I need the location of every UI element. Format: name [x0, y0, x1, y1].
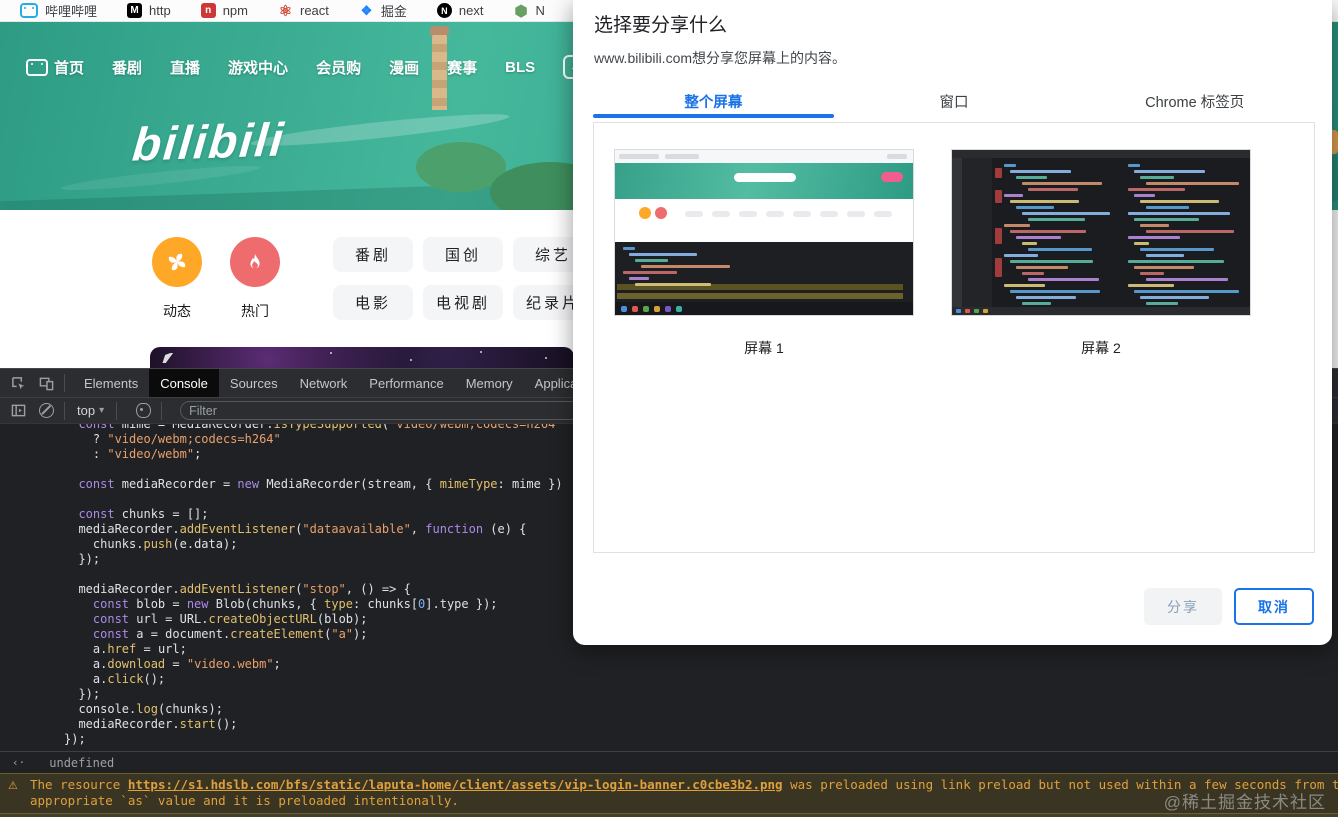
tab-network[interactable]: Network	[289, 369, 359, 397]
warning-icon: ⚠	[8, 778, 18, 794]
shortcut-dynamic[interactable]: 动态	[145, 237, 209, 321]
tab-sources[interactable]: Sources	[219, 369, 289, 397]
node-icon: ⬢	[514, 3, 529, 18]
screen-2-label: 屏幕 2	[951, 338, 1251, 358]
bookmark-label: react	[300, 3, 329, 18]
banner-logo-art	[162, 353, 199, 363]
screen-share-dialog: 选择要分享什么 www.bilibili.com想分享您屏幕上的内容。 整个屏幕…	[573, 0, 1332, 645]
react-icon: ⚛	[278, 3, 293, 18]
devtools-tabs: Elements Console Sources Network Perform…	[73, 369, 609, 397]
inspect-element-icon[interactable]	[8, 373, 28, 393]
warning-line-1: The resource https://s1.hdslb.com/bfs/st…	[30, 777, 1338, 793]
nav-manga[interactable]: 漫画	[389, 57, 419, 78]
shortcut-label: 热门	[223, 301, 287, 321]
bookmark-node[interactable]: ⬢ N	[514, 3, 545, 18]
nav-live[interactable]: 直播	[170, 57, 200, 78]
screen-2-option[interactable]: 屏幕 2	[951, 149, 1251, 358]
screen-1-thumbnail	[614, 149, 914, 316]
bookmark-http[interactable]: M http	[127, 3, 171, 18]
bilibili-logo[interactable]: bilibili	[130, 111, 287, 171]
npm-icon: n	[201, 3, 216, 18]
nav-vip-shop[interactable]: 会员购	[316, 57, 361, 78]
console-sidebar-icon[interactable]	[8, 401, 28, 421]
esports-banner[interactable]	[150, 347, 574, 368]
bookmark-npm[interactable]: n npm	[201, 3, 248, 18]
screen-picker-area: 屏幕 1 屏幕 2	[593, 122, 1315, 553]
return-arrow-icon: ‹·	[12, 756, 25, 769]
pinwheel-icon	[165, 250, 189, 274]
live-expression-eye-icon[interactable]	[133, 401, 153, 421]
nav-bls[interactable]: BLS	[505, 59, 535, 76]
shortcut-label: 动态	[145, 301, 209, 321]
console-result-row: ‹· undefined	[0, 751, 1338, 773]
screen-1-label: 屏幕 1	[614, 338, 914, 358]
tab-performance[interactable]: Performance	[358, 369, 454, 397]
dialog-subtitle: www.bilibili.com想分享您屏幕上的内容。	[594, 48, 846, 68]
tab-console[interactable]: Console	[149, 369, 219, 397]
screen-2-thumbnail	[951, 149, 1251, 316]
screen: 哔哩哔哩 M http n npm ⚛ react ❖ 掘金 N next ⬢ …	[0, 0, 1338, 817]
warning-line-2: appropriate `as` value and it is preload…	[30, 793, 1338, 809]
category-tv-series[interactable]: 电视剧	[423, 285, 503, 320]
nav-esports[interactable]: 赛事	[447, 57, 477, 78]
tab-memory[interactable]: Memory	[455, 369, 524, 397]
tab-elements[interactable]: Elements	[73, 369, 149, 397]
juejin-icon: ❖	[359, 3, 374, 18]
next-icon: N	[437, 3, 452, 18]
context-selector[interactable]: top	[77, 403, 104, 418]
nav-bangumi[interactable]: 番剧	[112, 57, 142, 78]
console-result-value: undefined	[49, 756, 114, 770]
bilibili-nav: 首页 番剧 直播 游戏中心 会员购 漫画 赛事 BLS ⇩	[26, 55, 587, 79]
bookmark-label: 哔哩哔哩	[45, 1, 97, 20]
nav-home[interactable]: 首页	[26, 57, 84, 78]
bookmark-next[interactable]: N next	[437, 3, 484, 18]
dialog-tabs: 整个屏幕 窗口 Chrome 标签页	[593, 84, 1315, 118]
bookmark-label: npm	[223, 3, 248, 18]
nav-game-center[interactable]: 游戏中心	[228, 57, 288, 78]
bookmark-bilibili[interactable]: 哔哩哔哩	[20, 1, 97, 20]
bookmark-label: N	[536, 3, 545, 18]
screen-1-option[interactable]: 屏幕 1	[614, 149, 914, 358]
shortcut-hot[interactable]: 热门	[223, 237, 287, 321]
bookmark-juejin[interactable]: ❖ 掘金	[359, 1, 407, 20]
bookmark-label: 掘金	[381, 1, 407, 20]
cancel-button[interactable]: 取消	[1234, 588, 1314, 625]
share-button[interactable]: 分享	[1144, 588, 1222, 625]
tab-entire-screen[interactable]: 整个屏幕	[593, 84, 834, 118]
tab-chrome-tab[interactable]: Chrome 标签页	[1074, 84, 1315, 118]
page-scrollbar[interactable]	[1332, 210, 1338, 368]
bookmark-react[interactable]: ⚛ react	[278, 3, 329, 18]
dialog-title: 选择要分享什么	[594, 10, 727, 37]
clear-console-icon[interactable]	[36, 401, 56, 421]
category-movie[interactable]: 电影	[333, 285, 413, 320]
bookmark-label: http	[149, 3, 171, 18]
next-warning-partial	[0, 813, 1338, 817]
warning-resource-link[interactable]: https://s1.hdslb.com/bfs/static/laputa-h…	[128, 777, 783, 792]
bilibili-icon	[20, 3, 38, 18]
device-toolbar-icon[interactable]	[36, 373, 56, 393]
category-guochuang[interactable]: 国创	[423, 237, 503, 272]
bookmark-label: next	[459, 3, 484, 18]
tab-window[interactable]: 窗口	[834, 84, 1075, 118]
category-bangumi[interactable]: 番剧	[333, 237, 413, 272]
console-warning: ⚠ The resource https://s1.hdslb.com/bfs/…	[0, 773, 1338, 813]
flame-icon	[244, 251, 266, 273]
console-filter-input[interactable]	[180, 401, 583, 420]
juejin-watermark: @稀土掘金技术社区	[1164, 788, 1326, 813]
tv-icon	[26, 59, 48, 76]
mdn-icon: M	[127, 3, 142, 18]
